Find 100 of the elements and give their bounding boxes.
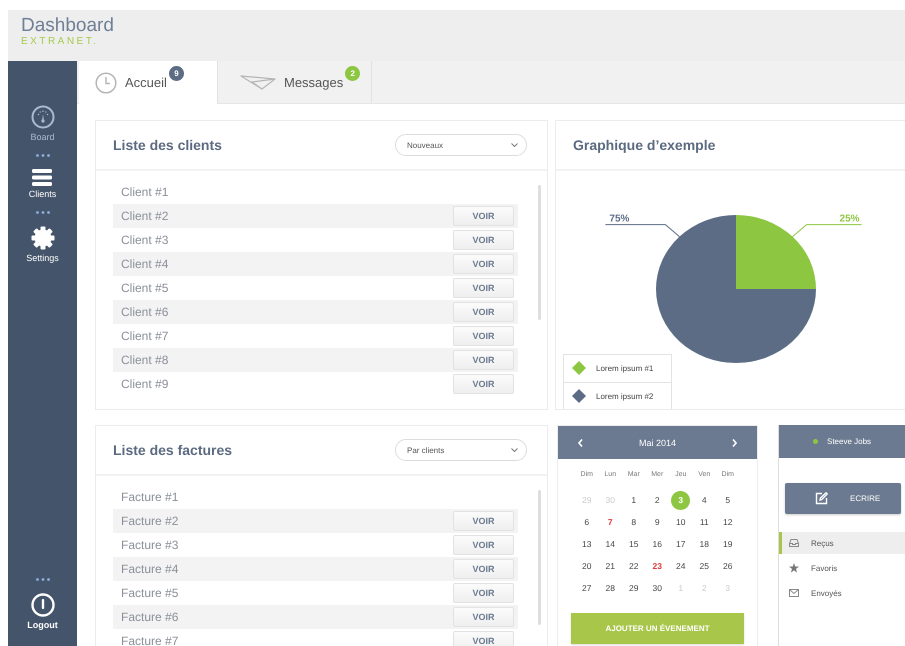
view-button[interactable]: VOIR [453, 583, 514, 603]
calendar-day[interactable]: 24 [671, 556, 690, 576]
menu-icon [32, 169, 52, 186]
user-name: Steeve Jobs [826, 437, 872, 446]
view-button[interactable]: VOIR [453, 631, 514, 646]
calendar-day[interactable]: 5 [718, 490, 738, 510]
filter-dropdown[interactable]: Par clients [395, 439, 527, 461]
calendar-day[interactable]: 4 [694, 490, 714, 510]
chevron-down-icon [511, 448, 518, 452]
calendar-day[interactable]: 8 [624, 512, 644, 532]
legend-marker-icon [572, 389, 586, 403]
logout-button[interactable]: Logout [27, 593, 58, 630]
legend-marker-icon [572, 361, 586, 375]
calendar-day[interactable]: 10 [671, 512, 690, 532]
folder-item[interactable]: Favoris [779, 557, 905, 579]
view-button[interactable]: VOIR [453, 230, 514, 250]
calendar-day[interactable]: 25 [694, 556, 714, 576]
calendar-day[interactable]: 6 [577, 512, 596, 532]
calendar-day[interactable]: 2 [648, 490, 667, 510]
count-badge: 9 [168, 66, 184, 81]
star-icon [789, 563, 799, 573]
calendar-day[interactable]: 14 [600, 534, 620, 554]
chevron-down-icon [511, 143, 518, 147]
view-button[interactable]: VOIR [453, 374, 514, 394]
view-button[interactable]: VOIR [453, 511, 514, 531]
inbox-icon [789, 539, 799, 547]
view-button[interactable]: VOIR [453, 535, 514, 555]
envelope-icon [789, 589, 799, 597]
data-label: 25% [840, 214, 860, 225]
calendar-day[interactable]: 22 [624, 556, 644, 576]
leader-line [792, 224, 862, 238]
row-name: Facture #4 [121, 562, 178, 576]
view-button[interactable]: VOIR [453, 206, 514, 226]
sidebar-item[interactable]: Clients [28, 169, 56, 199]
row-name: Facture #1 [121, 490, 178, 504]
paper-plane-icon [240, 74, 276, 90]
count-badge: 2 [345, 66, 360, 80]
dots-icon [36, 154, 50, 157]
row-name: Client #1 [121, 185, 168, 199]
calendar-day[interactable]: 1 [624, 490, 644, 510]
row-name: Client #5 [121, 281, 168, 295]
calendar-day[interactable]: 30 [648, 578, 667, 598]
view-button[interactable]: VOIR [453, 254, 514, 274]
sidebar-item[interactable]: Board [30, 105, 55, 142]
calendar-day[interactable]: 9 [648, 512, 667, 532]
legend-label: Lorem ipsum #1 [596, 364, 654, 373]
row-name: Facture #6 [121, 610, 178, 624]
calendar-day[interactable]: 15 [624, 534, 644, 554]
view-button[interactable]: VOIR [453, 559, 514, 579]
chevron-right-icon [732, 438, 737, 446]
calendar-day[interactable]: 26 [718, 556, 738, 576]
logo-subtitle: EXTRANET. [21, 36, 99, 47]
row-name: Client #6 [121, 305, 168, 319]
calendar-day[interactable]: 11 [694, 512, 714, 532]
dots-icon [36, 211, 50, 214]
folder-item[interactable]: Envoyés [779, 582, 905, 604]
view-button[interactable]: VOIR [453, 302, 514, 322]
chevron-left-icon [578, 438, 583, 446]
gauge-icon [30, 105, 54, 129]
dots-icon [36, 578, 50, 581]
row-name: Client #8 [121, 353, 168, 367]
calendar-day[interactable]: 13 [577, 534, 596, 554]
compose-button[interactable]: ECRIRE [785, 483, 901, 514]
filter-dropdown[interactable]: Nouveaux [395, 134, 527, 156]
row-name: Facture #5 [121, 586, 178, 600]
power-icon [30, 593, 54, 617]
calendar-day[interactable]: 16 [648, 534, 667, 554]
calendar-day[interactable]: 18 [694, 534, 714, 554]
sidebar-item[interactable]: Settings [26, 226, 59, 263]
calendar-day[interactable]: 21 [600, 556, 620, 576]
tab[interactable]: Accueil 9 [79, 61, 218, 104]
row-name: Facture #3 [121, 538, 178, 552]
previous-month-button[interactable] [578, 438, 583, 446]
calendar-day[interactable]: 20 [577, 556, 596, 576]
next-month-button[interactable] [732, 438, 737, 446]
calendar-day[interactable]: 23 [648, 556, 667, 576]
calendar-day[interactable]: 12 [718, 512, 738, 532]
scrollbar[interactable] [538, 185, 541, 320]
calendar-day[interactable]: 17 [671, 534, 690, 554]
panel-title: Liste des clients [113, 137, 222, 153]
folder-item[interactable]: Reçus [779, 532, 905, 554]
logo-title: Dashboard [21, 16, 114, 36]
view-button[interactable]: VOIR [453, 326, 514, 346]
row-name: Client #4 [121, 257, 168, 271]
view-button[interactable]: VOIR [453, 607, 514, 627]
calendar-day[interactable]: 7 [600, 512, 620, 532]
row-name: Facture #7 [121, 634, 178, 646]
row-name: Client #2 [121, 209, 168, 223]
calendar-day[interactable]: 27 [577, 578, 596, 598]
month-title: Mai 2014 [638, 438, 676, 448]
calendar-day[interactable]: 19 [718, 534, 738, 554]
calendar-day[interactable]: 29 [624, 578, 644, 598]
view-button[interactable]: VOIR [453, 350, 514, 370]
calendar-day[interactable]: 28 [600, 578, 620, 598]
panel-title: Liste des factures [113, 442, 232, 458]
view-button[interactable]: VOIR [453, 278, 514, 298]
scrollbar[interactable] [538, 490, 541, 625]
data-label: 75% [609, 214, 630, 225]
clock-icon [95, 72, 117, 94]
row-name: Facture #2 [121, 514, 178, 528]
